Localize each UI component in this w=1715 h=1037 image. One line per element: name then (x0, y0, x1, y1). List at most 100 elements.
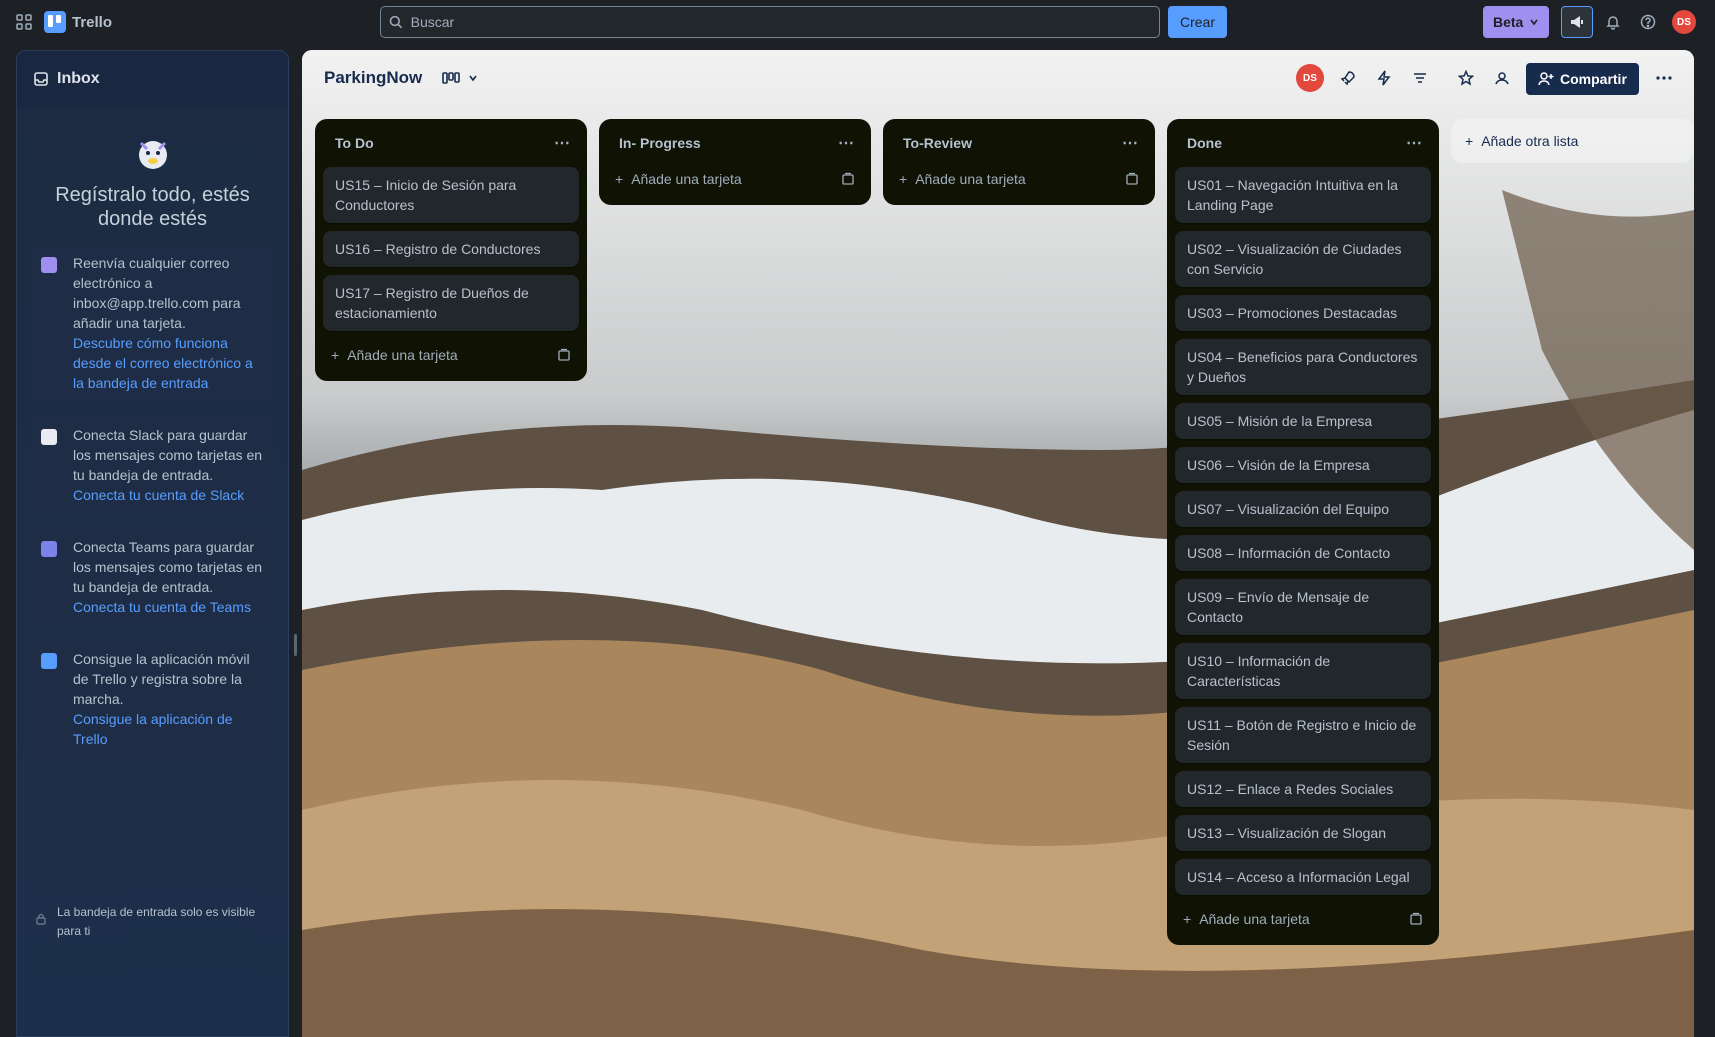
email-icon (41, 257, 57, 273)
mobile-app-icon (41, 653, 57, 669)
create-button[interactable]: Crear (1168, 6, 1228, 38)
card[interactable]: US09 – Envío de Mensaje de Contacto (1175, 579, 1431, 635)
avatar-initials: DS (1672, 10, 1696, 34)
help-icon[interactable] (1632, 6, 1664, 38)
inbox-privacy-note: La bandeja de entrada solo es visible pa… (27, 903, 278, 941)
card[interactable]: US11 – Botón de Registro e Inicio de Ses… (1175, 707, 1431, 763)
list-title[interactable]: To-Review (903, 135, 972, 151)
list-header[interactable]: To-Review ⋯ (891, 127, 1147, 159)
email-forward-link[interactable]: Descubre cómo funciona desde el correo e… (73, 333, 266, 393)
trello-logo[interactable]: Trello (44, 11, 112, 33)
plus-icon: + (1183, 911, 1192, 927)
inbox-headline: Regístralo todo, estés donde estés (55, 184, 250, 230)
list-menu-icon[interactable]: ⋯ (554, 133, 571, 153)
add-card-button[interactable]: + Añade una tarjeta (891, 161, 1147, 197)
plus-icon: + (1465, 133, 1474, 149)
add-card-button[interactable]: + Añade una tarjeta (1175, 901, 1431, 937)
card[interactable]: US12 – Enlace a Redes Sociales (1175, 771, 1431, 807)
list-header[interactable]: Done ⋯ (1175, 127, 1431, 159)
card[interactable]: US05 – Misión de la Empresa (1175, 403, 1431, 439)
list-title[interactable]: In- Progress (619, 135, 701, 151)
card[interactable]: US03 – Promociones Destacadas (1175, 295, 1431, 331)
account-avatar[interactable]: DS (1668, 6, 1700, 38)
teams-connect-link[interactable]: Conecta tu cuenta de Teams (73, 597, 266, 617)
add-person-icon (1538, 72, 1554, 86)
slack-icon (41, 429, 57, 445)
plus-icon: + (899, 171, 908, 187)
list-menu-icon[interactable]: ⋯ (1406, 133, 1423, 153)
beta-button[interactable]: Beta (1483, 6, 1550, 38)
card[interactable]: US08 – Información de Contacto (1175, 535, 1431, 571)
board-view-icon (442, 72, 461, 84)
beta-label: Beta (1493, 14, 1524, 30)
teams-text: Conecta Teams para guardar los mensajes … (73, 539, 263, 595)
board-view-switcher[interactable] (442, 71, 478, 85)
card[interactable]: US07 – Visualización del Equipo (1175, 491, 1431, 527)
mobile-app-text: Consigue la aplicación móvil de Trello y… (73, 651, 250, 707)
board-canvas: ParkingNow DS Compartir To Do ⋯ US15 – I… (302, 50, 1694, 1037)
inbox-panel: Inbox Regístralo todo, estés donde estés… (16, 50, 289, 1037)
email-forward-card: Reenvía cualquier correo electrónico a i… (29, 243, 276, 403)
search-input[interactable] (410, 14, 1159, 30)
card-template-icon[interactable] (841, 172, 855, 186)
list-header[interactable]: In- Progress ⋯ (607, 127, 863, 159)
list-menu-icon[interactable]: ⋯ (1122, 133, 1139, 153)
card-template-icon[interactable] (1125, 172, 1139, 186)
card[interactable]: US14 – Acceso a Información Legal (1175, 859, 1431, 895)
notifications-bell-icon[interactable] (1597, 6, 1629, 38)
panel-resize-handle[interactable] (294, 634, 297, 656)
card[interactable]: US06 – Visión de la Empresa (1175, 447, 1431, 483)
megaphone-icon[interactable] (1561, 6, 1593, 38)
list-menu-icon[interactable]: ⋯ (838, 133, 855, 153)
slack-card: Conecta Slack para guardar los mensajes … (29, 415, 276, 515)
list-done: Done ⋯ US01 – Navegación Intuitiva en la… (1167, 119, 1439, 945)
mobile-app-card: Consigue la aplicación móvil de Trello y… (29, 639, 276, 759)
add-card-label: Añade una tarjeta (1199, 911, 1310, 927)
inbox-privacy-text: La bandeja de entrada solo es visible pa… (57, 905, 256, 938)
list-to-do: To Do ⋯ US15 – Inicio de Sesión para Con… (315, 119, 587, 381)
add-card-button[interactable]: + Añade una tarjeta (607, 161, 863, 197)
add-card-button[interactable]: + Añade una tarjeta (323, 337, 579, 373)
card[interactable]: US15 – Inicio de Sesión para Conductores (323, 167, 579, 223)
card[interactable]: US04 – Beneficios para Conductores y Due… (1175, 339, 1431, 395)
card-template-icon[interactable] (1409, 912, 1423, 926)
chevron-down-icon (469, 75, 477, 82)
list-title[interactable]: Done (1187, 135, 1222, 151)
list-header[interactable]: To Do ⋯ (323, 127, 579, 159)
card[interactable]: US17 – Registro de Dueños de estacionami… (323, 275, 579, 331)
search-icon (389, 15, 403, 29)
slack-text: Conecta Slack para guardar los mensajes … (73, 427, 263, 483)
share-label: Compartir (1560, 71, 1627, 87)
mobile-app-link[interactable]: Consigue la aplicación de Trello (73, 709, 266, 749)
add-list-label: Añade otra lista (1481, 133, 1579, 149)
inbox-header: Inbox (17, 51, 288, 107)
power-ups-rocket-icon[interactable] (1332, 62, 1364, 94)
inbox-title: Inbox (57, 70, 100, 87)
board-title[interactable]: ParkingNow (324, 68, 422, 88)
app-switcher-icon[interactable] (12, 10, 36, 34)
email-forward-text: Reenvía cualquier correo electrónico a i… (73, 255, 241, 331)
card[interactable]: US10 – Información de Características (1175, 643, 1431, 699)
board-member-avatar[interactable]: DS (1294, 62, 1326, 94)
inbox-mascot-icon (133, 133, 173, 173)
automation-bolt-icon[interactable] (1368, 62, 1400, 94)
card[interactable]: US16 – Registro de Conductores (323, 231, 579, 267)
star-icon[interactable] (1450, 62, 1482, 94)
board-menu-icon[interactable] (1648, 62, 1680, 94)
member-initials: DS (1296, 64, 1324, 92)
card[interactable]: US13 – Visualización de Slogan (1175, 815, 1431, 851)
list-title[interactable]: To Do (335, 135, 374, 151)
card[interactable]: US02 – Visualización de Ciudades con Ser… (1175, 231, 1431, 287)
chevron-down-icon (1530, 19, 1538, 26)
filter-icon[interactable] (1404, 62, 1436, 94)
slack-connect-link[interactable]: Conecta tu cuenta de Slack (73, 485, 266, 505)
card-template-icon[interactable] (557, 348, 571, 362)
search-bar[interactable] (380, 6, 1160, 38)
visibility-workspace-icon[interactable] (1486, 62, 1518, 94)
add-list-button[interactable]: + Añade otra lista (1451, 119, 1694, 163)
card[interactable]: US01 – Navegación Intuitiva en la Landin… (1175, 167, 1431, 223)
plus-icon: + (331, 347, 340, 363)
teams-icon (41, 541, 57, 557)
list-in-progress: In- Progress ⋯ + Añade una tarjeta (599, 119, 871, 205)
share-button[interactable]: Compartir (1526, 63, 1639, 95)
